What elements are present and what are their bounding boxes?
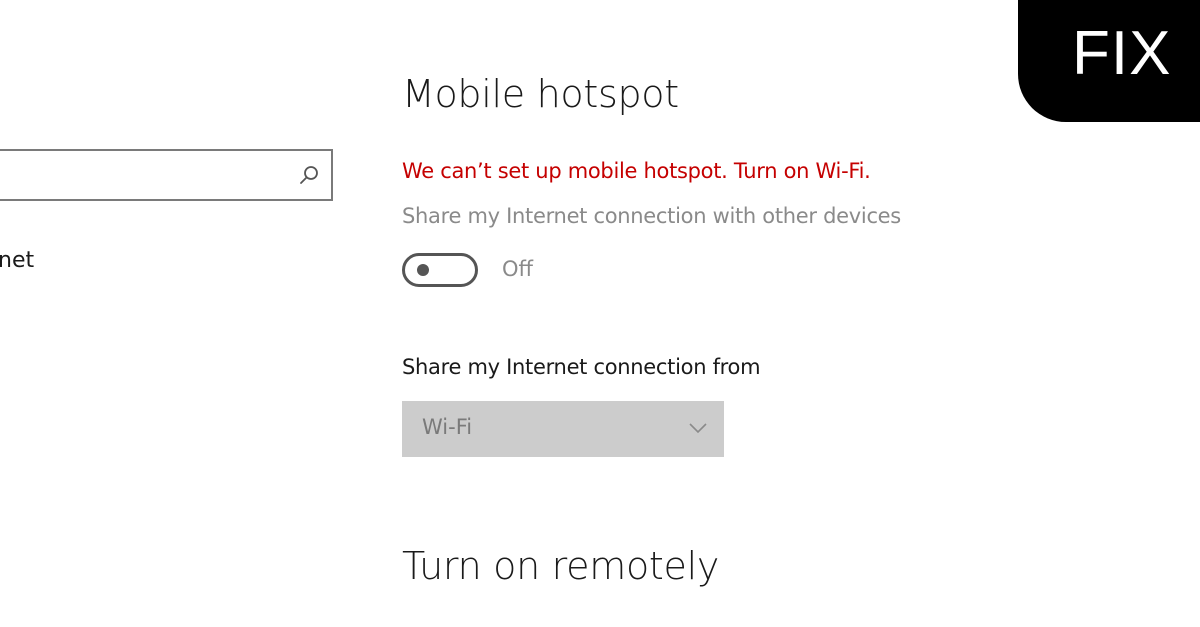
share-from-dropdown[interactable]: Wi-Fi: [402, 401, 724, 457]
toggle-state-label: Off: [502, 257, 533, 281]
chevron-down-icon: [689, 423, 707, 434]
hotspot-toggle[interactable]: [402, 253, 478, 287]
section-title-remote: Turn on remotely: [402, 544, 720, 588]
share-description: Share my Internet connection with other …: [402, 204, 901, 228]
toggle-knob: [417, 264, 429, 276]
page-title: Mobile hotspot: [402, 72, 679, 116]
sidebar-item-ethernet[interactable]: net: [0, 248, 34, 273]
sidebar-item-label: net: [0, 248, 35, 273]
dropdown-selected-value: Wi-Fi: [422, 415, 473, 439]
share-from-label: Share my Internet connection from: [402, 355, 761, 379]
fix-label: FIX: [1072, 19, 1172, 88]
search-input[interactable]: [0, 149, 333, 201]
fix-badge: FIX: [1018, 0, 1200, 122]
error-message: We can’t set up mobile hotspot. Turn on …: [402, 159, 871, 183]
search-icon: [300, 166, 318, 184]
